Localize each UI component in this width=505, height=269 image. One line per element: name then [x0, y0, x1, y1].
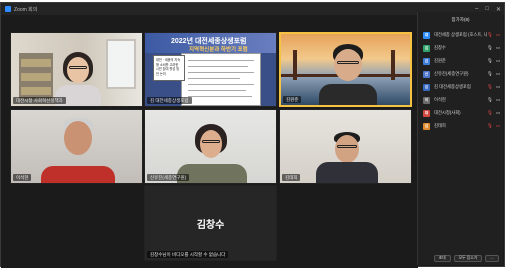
- participant-name-label: 대전시청 사회혁신정책과: [13, 97, 66, 104]
- bridge-tower: [391, 50, 395, 80]
- participant-name-label: 김 대전세종상생포럼: [147, 97, 192, 104]
- bridge-tower: [293, 50, 297, 80]
- zoom-app-icon: [5, 6, 11, 12]
- participant-name: 이석현: [434, 97, 446, 102]
- mic-icon[interactable]: 🎙: [487, 45, 493, 51]
- participant-avatar: 김: [423, 57, 430, 65]
- mic-muted-icon[interactable]: 🎙: [487, 123, 493, 129]
- participant-name-label: 김원준: [283, 96, 302, 103]
- mic-muted-icon[interactable]: 🎙: [487, 32, 493, 38]
- participant-avatar: 김: [423, 44, 430, 52]
- participant-row[interactable]: 김 김원준 🎙 ▭: [423, 56, 501, 66]
- participant-avatar: 이: [423, 96, 430, 104]
- participant-name: 신유진(세종연구원): [434, 71, 469, 76]
- participants-panel: 참가자(8) 대 대전세종 상생포럼 (호스트, 나) 🎙 ▭ 김 김창수 🎙 …: [417, 12, 503, 265]
- video-tile-5[interactable]: 신유진(세종연구원): [144, 109, 277, 184]
- slide-note: 대전 · 세종의 지속형 소비를 고려한 시민 참여 활성 방안 논의: [153, 55, 185, 81]
- bookshelf: [19, 53, 53, 99]
- participant-avatar: 김: [423, 122, 430, 130]
- video-tile-4[interactable]: 이석현: [10, 109, 143, 184]
- camera-icon[interactable]: ▭: [495, 97, 501, 103]
- participant-name: 대전세종 상생포럼 (호스트, 나): [434, 32, 487, 37]
- participant-face: [200, 130, 222, 158]
- camera-icon[interactable]: ▭: [495, 110, 501, 116]
- camera-icon[interactable]: ▭: [495, 45, 501, 51]
- participant-name: 김원준: [434, 58, 446, 63]
- participant-name: 김창수: [434, 45, 446, 50]
- participant-avatar: 신: [423, 70, 430, 78]
- glasses: [69, 66, 87, 69]
- invite-button[interactable]: 초대: [433, 255, 451, 262]
- participant-name: 대전시청(사회): [434, 110, 461, 115]
- participant-body: [319, 84, 377, 105]
- camera-icon[interactable]: ▭: [495, 58, 501, 64]
- camera-icon[interactable]: ▭: [495, 71, 501, 77]
- participant-row[interactable]: 이 이석현 🎙 ▭: [423, 95, 501, 105]
- participant-body: [316, 162, 378, 183]
- video-tile-1[interactable]: 대전시청 사회혁신정책과: [10, 32, 143, 107]
- participant-row[interactable]: 대 대전세종 상생포럼 (호스트, 나) 🎙 ▭: [423, 30, 501, 40]
- mute-all-button[interactable]: 모두 음소거: [453, 255, 483, 262]
- window-title: Zoom 회의: [14, 6, 38, 13]
- participant-name-label: 김창수님이 비디오를 시작할 수 없습니다: [147, 251, 229, 258]
- more-options-button[interactable]: ···: [485, 255, 499, 262]
- video-tile-2[interactable]: 2022년 대전세종상생포럼 지역혁신분과 하반기 포럼 대전 · 세종의 지속…: [144, 32, 277, 107]
- video-tile-6[interactable]: 김태희: [279, 109, 412, 184]
- participant-row[interactable]: 대 대전시청(사회) 🎙 ▭: [423, 108, 501, 118]
- participant-avatar: 대: [423, 109, 430, 117]
- mic-muted-icon[interactable]: 🎙: [487, 84, 493, 90]
- participant-face: [334, 49, 362, 81]
- glasses: [337, 61, 359, 64]
- slide-subline: 지역혁신분과 하반기 포럼: [189, 47, 248, 53]
- camera-off-icon[interactable]: ▭: [495, 123, 501, 129]
- participant-name-label: 김태희: [282, 174, 301, 181]
- mic-icon[interactable]: 🎙: [487, 97, 493, 103]
- participant-avatar: 김: [423, 83, 430, 91]
- participant-name-label: 이석현: [13, 174, 32, 181]
- mic-icon[interactable]: 🎙: [487, 71, 493, 77]
- mic-muted-icon[interactable]: 🎙: [487, 110, 493, 116]
- glasses: [202, 140, 220, 143]
- camera-off-icon[interactable]: ▭: [495, 32, 501, 38]
- camera-icon[interactable]: ▭: [495, 84, 501, 90]
- participant-face: [67, 57, 89, 83]
- participant-face: [64, 121, 92, 155]
- participants-footer: 초대 모두 음소거 ···: [422, 254, 499, 263]
- participant-body: [41, 166, 115, 183]
- window-backdrop: [106, 39, 136, 89]
- participant-avatar: 대: [423, 31, 430, 39]
- slide-document: [181, 53, 261, 106]
- participant-face: [335, 135, 359, 163]
- participant-display-name: 김창수: [196, 220, 225, 231]
- participant-name: 김태희: [434, 123, 446, 128]
- participants-title: 참가자(8): [451, 17, 470, 22]
- participant-row[interactable]: 신 신유진(세종연구원) 🎙 ▭: [423, 69, 501, 79]
- participant-name: 김 대전세종상생포럼: [434, 84, 471, 89]
- participant-row[interactable]: 김 김창수 🎙 ▭: [423, 43, 501, 53]
- glasses: [337, 145, 357, 148]
- participant-row[interactable]: 김 김태희 🎙 ▭: [423, 121, 501, 131]
- participant-row[interactable]: 김 김 대전세종상생포럼 🎙 ▭: [423, 82, 501, 92]
- video-tile-7-camera-off[interactable]: 김창수 김창수님이 비디오를 시작할 수 없습니다: [144, 185, 277, 261]
- participant-name-label: 신유진(세종연구원): [147, 174, 190, 181]
- video-tile-3-active-speaker[interactable]: 김원준: [279, 32, 412, 107]
- mic-icon[interactable]: 🎙: [487, 58, 493, 64]
